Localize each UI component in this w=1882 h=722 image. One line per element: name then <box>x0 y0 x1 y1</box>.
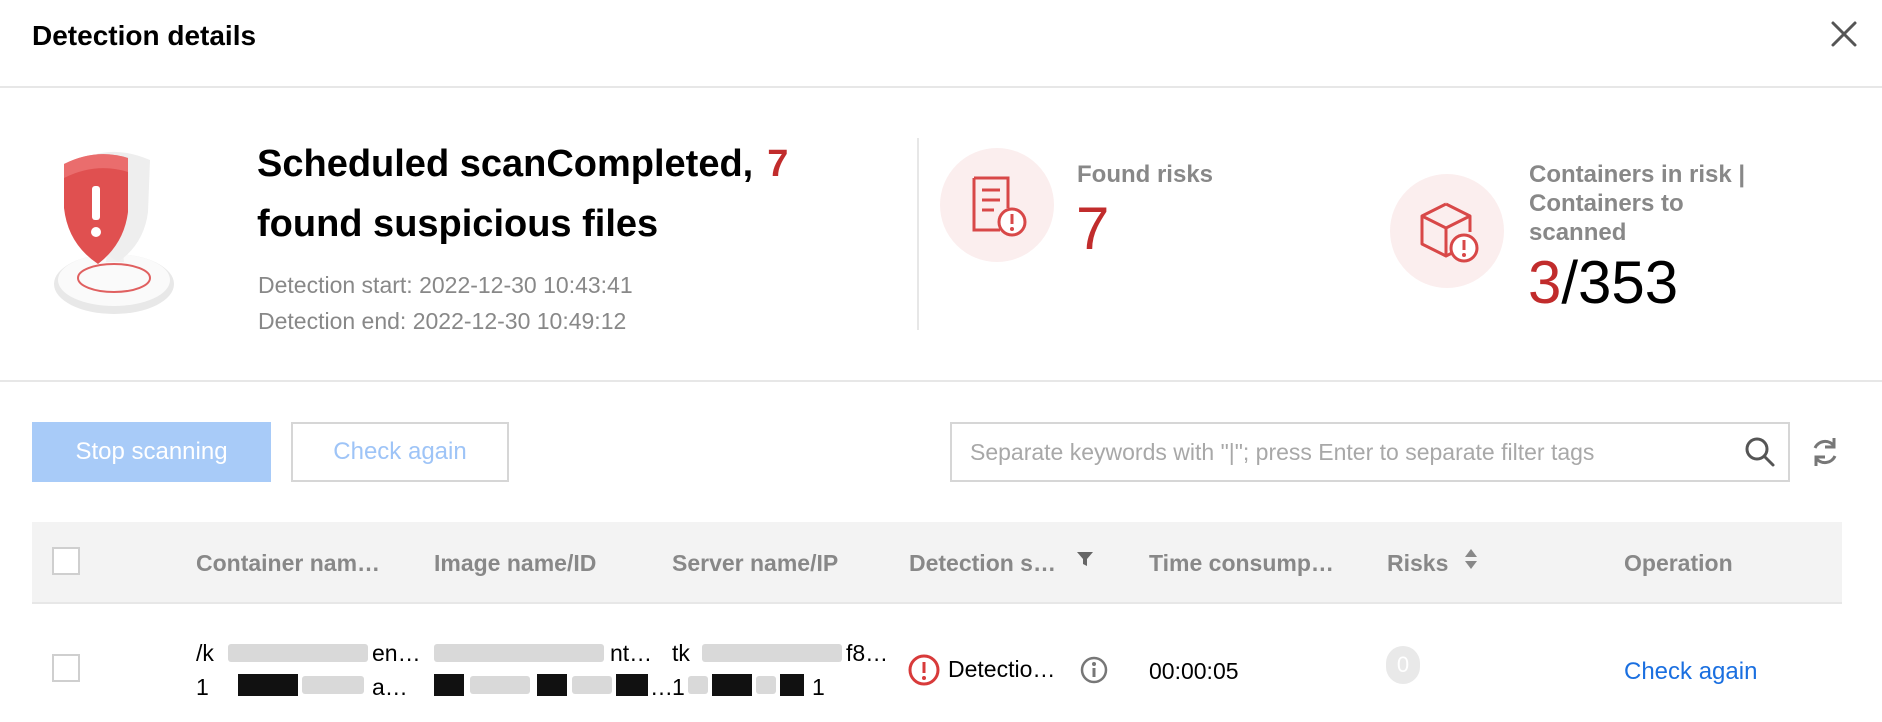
server-ip-line2: 1 <box>672 674 685 700</box>
suspicious-count: 7 <box>767 143 789 185</box>
found-risks-label: Found risks <box>1077 161 1214 188</box>
time-consumption: 00:00:05 <box>1149 658 1239 684</box>
container-name-line1: /k <box>196 640 214 666</box>
server-name-line1: tk <box>672 640 690 666</box>
container-id-line2-end: a… <box>372 674 408 700</box>
column-container-name: Container nam… <box>196 550 381 576</box>
headline-suffix: found suspicious files <box>257 203 659 245</box>
containers-value: 3/353 <box>1528 248 1678 317</box>
risks-count-badge: 0 <box>1386 646 1420 684</box>
info-icon[interactable] <box>1080 656 1108 689</box>
dialog-title: Detection details <box>32 20 257 51</box>
found-risks-value: 7 <box>1076 195 1110 262</box>
check-again-button[interactable]: Check again <box>291 422 509 482</box>
redacted-area <box>688 676 708 694</box>
filter-icon[interactable] <box>1076 550 1094 573</box>
redacted-area <box>780 674 804 696</box>
column-server-name: Server name/IP <box>672 550 839 576</box>
container-warning-icon <box>1390 174 1504 288</box>
redacted-area <box>302 676 364 694</box>
column-risks: Risks <box>1387 550 1449 576</box>
containers-in-risk: 3 <box>1528 249 1562 316</box>
table-row: /k en… 1 a… nt… … tk f8… 1 1 Detectio… 0… <box>32 604 1842 722</box>
server-name-line1-end: f8… <box>846 640 889 666</box>
scan-headline: Scheduled scanCompleted, 7 found suspicio… <box>257 134 897 254</box>
container-name-line1-end: en… <box>372 640 421 666</box>
image-name-line1-end: nt… <box>610 640 653 666</box>
dialog-header: Detection details <box>0 0 1882 88</box>
server-ip-line2-end: 1 <box>812 674 825 700</box>
redacted-area <box>756 676 776 694</box>
headline-prefix: Scheduled scanCompleted, <box>257 143 754 185</box>
row-check-again-link[interactable]: Check again <box>1624 658 1757 686</box>
search-input[interactable] <box>970 432 1710 472</box>
redacted-area <box>616 674 648 696</box>
redacted-area <box>434 674 464 696</box>
redacted-area <box>228 644 368 662</box>
redacted-area <box>702 644 842 662</box>
containers-total: /353 <box>1561 249 1679 316</box>
column-operation: Operation <box>1624 550 1733 576</box>
stop-scanning-button[interactable]: Stop scanning <box>32 422 271 482</box>
container-id-line2: 1 <box>196 674 209 700</box>
error-icon <box>908 654 940 691</box>
redacted-area <box>434 644 604 662</box>
image-name-line2-end: … <box>650 674 673 700</box>
redacted-area <box>712 674 752 696</box>
report-warning-icon <box>940 148 1054 262</box>
row-checkbox[interactable] <box>52 654 80 682</box>
close-icon[interactable] <box>1828 18 1860 50</box>
scan-summary: Scheduled scanCompleted, 7 found suspicio… <box>0 88 1882 382</box>
detection-start: Detection start: 2022-12-30 10:43:41 <box>258 272 633 298</box>
column-image-name: Image name/ID <box>434 550 597 576</box>
shield-warning-icon <box>44 142 184 320</box>
detection-end: Detection end: 2022-12-30 10:49:12 <box>258 308 627 334</box>
sort-icon[interactable] <box>1464 548 1478 575</box>
containers-label: Containers in risk | Containers to scann… <box>1529 161 1746 246</box>
select-all-checkbox[interactable] <box>52 547 80 575</box>
summary-divider <box>917 138 919 330</box>
column-time-consumption: Time consump… <box>1149 550 1334 576</box>
column-detection-status: Detection s… <box>909 550 1056 576</box>
search-box <box>950 422 1790 482</box>
redacted-area <box>572 676 612 694</box>
search-icon[interactable] <box>1744 436 1776 473</box>
table-header: Container nam… Image name/ID Server name… <box>32 522 1842 604</box>
redacted-area <box>238 674 298 696</box>
detection-status: Detectio… <box>948 656 1056 682</box>
redacted-area <box>470 676 530 694</box>
refresh-icon[interactable] <box>1810 436 1840 473</box>
redacted-area <box>537 674 567 696</box>
